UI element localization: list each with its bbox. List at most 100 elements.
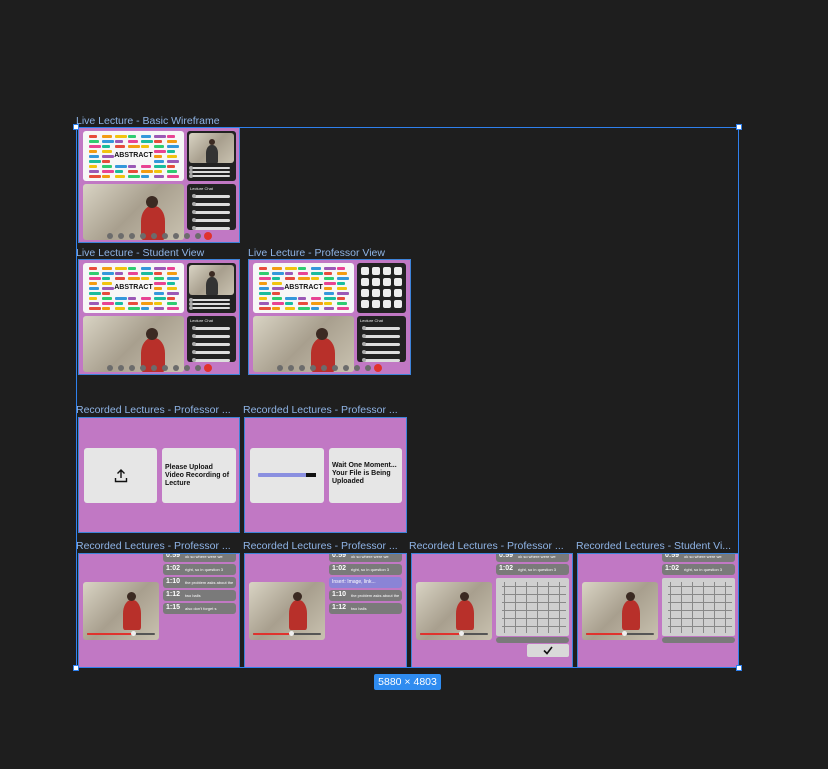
lecture-video[interactable] bbox=[249, 582, 325, 640]
frame-label-recorded-upload[interactable]: Recorded Lectures - Professor ... bbox=[76, 404, 239, 416]
chart-gridline bbox=[502, 618, 566, 619]
chart-gridline bbox=[502, 610, 566, 611]
question-line bbox=[189, 306, 230, 310]
call-control-button[interactable] bbox=[184, 365, 190, 371]
call-control-button[interactable] bbox=[129, 365, 135, 371]
frame-label-recorded-3[interactable]: Recorded Lectures - Professor ... bbox=[409, 540, 572, 552]
call-control-button[interactable] bbox=[288, 365, 294, 371]
transcript-row[interactable]: Insert: Image, link... bbox=[329, 577, 402, 588]
frame-label-recorded-2[interactable]: Recorded Lectures - Professor ... bbox=[243, 540, 406, 552]
video-progress-bar[interactable] bbox=[420, 631, 488, 636]
call-control-button[interactable] bbox=[129, 233, 135, 239]
transcript-row[interactable]: 0:59 ok so where were we bbox=[163, 554, 236, 562]
frame-recorded-2[interactable]: 0:59 ok so where were we 1:02 right, so in … bbox=[244, 553, 407, 668]
call-control-button[interactable] bbox=[140, 365, 146, 371]
call-control-button[interactable] bbox=[299, 365, 305, 371]
call-control-button[interactable] bbox=[162, 233, 168, 239]
resize-handle-top-left[interactable] bbox=[73, 124, 79, 130]
transcript-row[interactable] bbox=[662, 637, 735, 643]
call-control-button[interactable] bbox=[151, 365, 157, 371]
call-control-button[interactable] bbox=[107, 365, 113, 371]
call-control-button[interactable] bbox=[118, 233, 124, 239]
frame-live-student[interactable]: ABSTRACT Lecture Chat bbox=[78, 259, 240, 375]
call-control-button[interactable] bbox=[277, 365, 283, 371]
transcript-row[interactable]: 1:02 right, so in question 3 bbox=[329, 564, 402, 575]
call-control-button[interactable] bbox=[332, 365, 338, 371]
transcript-row[interactable]: 1:02 right, so in question 3 bbox=[163, 564, 236, 575]
frame-live-basic[interactable]: ABSTRACT Lecture Chat bbox=[78, 127, 240, 243]
call-controls[interactable] bbox=[107, 232, 217, 242]
call-control-button[interactable] bbox=[195, 365, 201, 371]
call-control-button[interactable] bbox=[310, 365, 316, 371]
video-scrubber[interactable] bbox=[458, 631, 464, 636]
transcript-timestamp: 1:12 bbox=[166, 591, 181, 598]
transcript-row[interactable]: 1:12 two balls bbox=[329, 603, 402, 614]
video-scrubber[interactable] bbox=[289, 631, 295, 636]
slide-swatch bbox=[154, 307, 164, 310]
call-control-button[interactable] bbox=[107, 233, 113, 239]
transcript-row[interactable]: 1:15 also don't forget s bbox=[163, 603, 236, 614]
slide-swatch bbox=[154, 267, 166, 270]
transcript-row[interactable]: 1:10 the problem asks about the bbox=[329, 590, 402, 601]
video-progress-bar[interactable] bbox=[87, 631, 155, 636]
call-control-button[interactable] bbox=[343, 365, 349, 371]
call-control-button[interactable] bbox=[195, 233, 201, 239]
frame-recorded-3[interactable]: 0:59 ok so where were we 1:02 right, so in … bbox=[411, 553, 573, 668]
slide-swatch bbox=[102, 307, 110, 310]
end-call-button[interactable] bbox=[204, 364, 212, 372]
frame-label-professor-view[interactable]: Live Lecture - Professor View bbox=[248, 247, 413, 259]
slide-swatch bbox=[102, 297, 112, 300]
lecture-video[interactable] bbox=[416, 582, 492, 640]
upload-button[interactable] bbox=[84, 448, 157, 503]
call-control-button[interactable] bbox=[162, 365, 168, 371]
call-controls[interactable] bbox=[107, 364, 217, 374]
transcript-row[interactable] bbox=[496, 637, 569, 643]
call-control-button[interactable] bbox=[151, 233, 157, 239]
confirm-insert-button[interactable] bbox=[527, 644, 569, 657]
frame-recorded-uploading[interactable]: Wait One Moment... Your File is Being Up… bbox=[244, 417, 407, 533]
call-control-button[interactable] bbox=[365, 365, 371, 371]
frame-recorded-upload[interactable]: Please Upload Video Recording of Lecture bbox=[78, 417, 240, 533]
resize-handle-top-right[interactable] bbox=[736, 124, 742, 130]
call-control-button[interactable] bbox=[173, 365, 179, 371]
chart-gridline bbox=[668, 594, 732, 595]
transcript-row[interactable]: 0:59 ok so where were we bbox=[662, 554, 735, 562]
call-control-button[interactable] bbox=[321, 365, 327, 371]
participant-grid bbox=[357, 263, 406, 313]
resize-handle-bottom-right[interactable] bbox=[736, 665, 742, 671]
call-controls[interactable] bbox=[277, 364, 387, 374]
transcript-row[interactable]: 0:59 ok so where were we bbox=[329, 554, 402, 562]
frame-label-basic-wireframe[interactable]: Live Lecture - Basic Wireframe bbox=[76, 115, 276, 127]
end-call-button[interactable] bbox=[204, 232, 212, 240]
lecture-video[interactable] bbox=[83, 582, 159, 640]
video-progress-fill bbox=[87, 633, 134, 635]
video-scrubber[interactable] bbox=[131, 631, 137, 636]
call-control-button[interactable] bbox=[140, 233, 146, 239]
transcript-row[interactable]: 1:02 right, so in question 3 bbox=[496, 564, 569, 575]
call-control-button[interactable] bbox=[118, 365, 124, 371]
transcript-row[interactable]: 0:59 ok so where were we bbox=[496, 554, 569, 562]
call-control-button[interactable] bbox=[184, 233, 190, 239]
resize-handle-bottom-left[interactable] bbox=[73, 665, 79, 671]
frame-label-recorded-uploading[interactable]: Recorded Lectures - Professor ... bbox=[243, 404, 406, 416]
frame-recorded-student[interactable]: 0:59 ok so where were we 1:02 right, so in … bbox=[577, 553, 739, 668]
frame-live-professor[interactable]: ABSTRACT Lecture Chat bbox=[248, 259, 411, 375]
lecture-video[interactable] bbox=[582, 582, 658, 640]
video-scrubber[interactable] bbox=[622, 631, 628, 636]
frame-label-recorded-1[interactable]: Recorded Lectures - Professor ... bbox=[76, 540, 239, 552]
video-progress-bar[interactable] bbox=[253, 631, 321, 636]
frame-label-student-view[interactable]: Live Lecture - Student View bbox=[76, 247, 241, 259]
slide-swatch bbox=[311, 307, 319, 310]
transcript-text: right, so in question 3 bbox=[684, 567, 723, 572]
frame-recorded-1[interactable]: 0:59 ok so where were we 1:02 right, so in … bbox=[78, 553, 240, 668]
call-control-button[interactable] bbox=[173, 233, 179, 239]
frame-label-recorded-student[interactable]: Recorded Lectures - Student Vi... bbox=[576, 540, 738, 552]
video-progress-bar[interactable] bbox=[586, 631, 654, 636]
transcript-row[interactable]: 1:10 the problem asks about the bbox=[163, 577, 236, 588]
call-control-button[interactable] bbox=[354, 365, 360, 371]
slide-swatch bbox=[128, 272, 138, 275]
chart-gridline bbox=[504, 582, 505, 633]
transcript-row[interactable]: 1:02 right, so in question 3 bbox=[662, 564, 735, 575]
end-call-button[interactable] bbox=[374, 364, 382, 372]
transcript-row[interactable]: 1:12 two balls bbox=[163, 590, 236, 601]
